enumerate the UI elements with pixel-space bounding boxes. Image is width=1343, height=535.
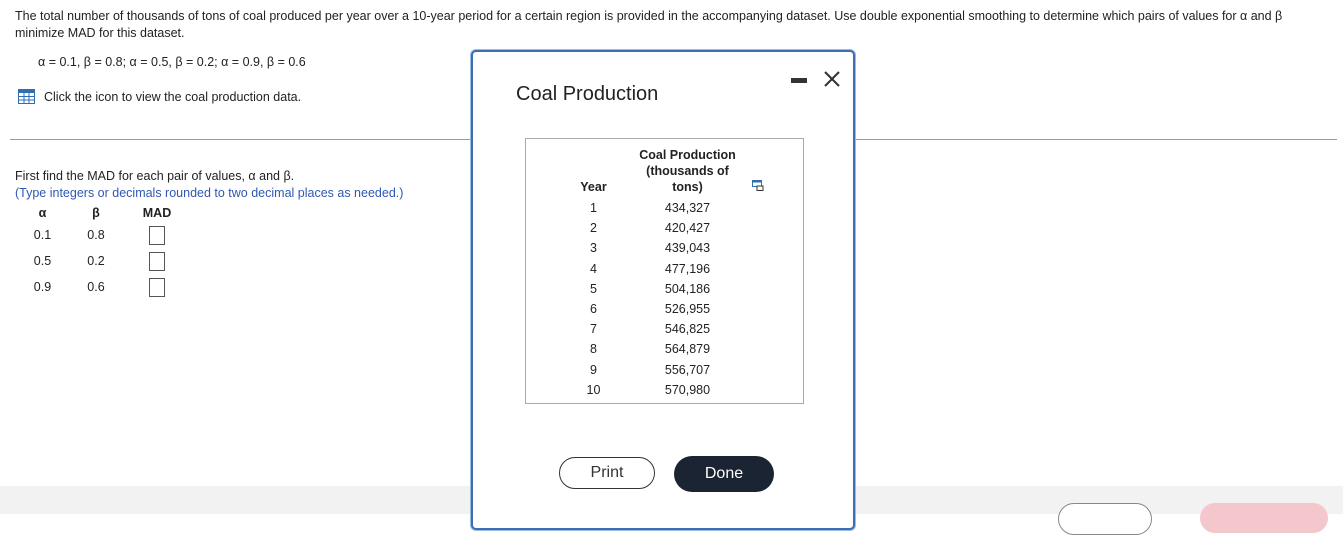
table-row: 2 420,427: [556, 218, 744, 238]
production-cell: 434,327: [664, 201, 711, 216]
beta-value: 0.8: [87, 228, 105, 242]
production-cell: 556,707: [664, 362, 711, 377]
view-data-label[interactable]: Click the icon to view the coal producti…: [44, 90, 301, 104]
alpha-header: α: [38, 206, 47, 220]
year-cell: 1: [590, 201, 597, 216]
view-data-link[interactable]: Click the icon to view the coal producti…: [18, 89, 301, 104]
year-cell: 3: [590, 241, 597, 256]
year-cell: 6: [590, 302, 597, 317]
year-cell: 8: [590, 342, 597, 357]
secondary-action-button[interactable]: [1058, 503, 1152, 535]
production-header: Coal Production (thousands of tons): [639, 148, 736, 194]
year-cell: 9: [590, 362, 597, 377]
production-cell: 504,186: [664, 281, 711, 296]
production-cell: 546,825: [664, 322, 711, 337]
production-cell: 420,427: [664, 221, 711, 236]
beta-value: 0.6: [87, 280, 105, 294]
table-row: 8 564,879: [556, 339, 744, 359]
alpha-value: 0.1: [33, 228, 52, 242]
answer-row: 0.5 0.2: [20, 248, 187, 274]
dialog-title: Coal Production: [516, 83, 659, 105]
answer-table: α β MAD 0.1 0.8 0.5 0.2 0.9 0.6: [20, 204, 187, 300]
coal-production-dialog: Coal Production Year Coal Production (th…: [471, 50, 855, 530]
mad-input[interactable]: [149, 277, 165, 297]
year-header: Year: [580, 180, 607, 194]
alpha-value: 0.9: [33, 280, 52, 294]
grid-table-icon[interactable]: [18, 89, 35, 104]
print-button[interactable]: Print: [559, 457, 655, 489]
production-cell: 526,955: [664, 302, 711, 317]
production-cell: 570,980: [664, 382, 711, 397]
mad-input[interactable]: [149, 225, 165, 245]
table-row: 7 546,825: [556, 319, 744, 339]
beta-header: β: [92, 206, 100, 220]
table-row: 1 434,327: [556, 198, 744, 218]
year-cell: 2: [590, 221, 597, 236]
instructions: First find the MAD for each pair of valu…: [15, 168, 403, 202]
copy-icon[interactable]: [752, 180, 764, 191]
done-button[interactable]: Done: [674, 456, 774, 492]
production-cell: 439,043: [664, 241, 711, 256]
mad-header: MAD: [142, 206, 172, 220]
year-cell: 5: [590, 281, 597, 296]
table-row: 4 477,196: [556, 259, 744, 279]
year-cell: 4: [590, 261, 597, 276]
year-cell: 7: [590, 322, 597, 337]
instruction-line: First find the MAD for each pair of valu…: [15, 169, 295, 183]
production-cell: 477,196: [664, 261, 711, 276]
minimize-icon[interactable]: [791, 78, 807, 84]
close-icon[interactable]: [822, 69, 842, 89]
table-row: 5 504,186: [556, 279, 744, 299]
primary-action-button[interactable]: [1200, 503, 1328, 533]
table-row: 3 439,043: [556, 238, 744, 258]
production-cell: 564,879: [664, 342, 711, 357]
mad-input[interactable]: [149, 251, 165, 271]
table-row: 6 526,955: [556, 299, 744, 319]
answer-row: 0.9 0.6: [20, 274, 187, 300]
parameter-pairs: α = 0.1, β = 0.8; α = 0.5, β = 0.2; α = …: [38, 55, 306, 69]
table-row: 10 570,980: [556, 380, 744, 400]
year-cell: 10: [586, 382, 601, 397]
question-text: The total number of thousands of tons of…: [15, 9, 1283, 40]
answer-row: 0.1 0.8: [20, 222, 187, 248]
instruction-hint: (Type integers or decimals rounded to tw…: [15, 186, 404, 200]
coal-data-table: Year Coal Production (thousands of tons)…: [556, 147, 744, 400]
beta-value: 0.2: [87, 254, 105, 268]
alpha-value: 0.5: [33, 254, 52, 268]
table-row: 9 556,707: [556, 360, 744, 380]
data-panel: Year Coal Production (thousands of tons)…: [525, 138, 804, 404]
